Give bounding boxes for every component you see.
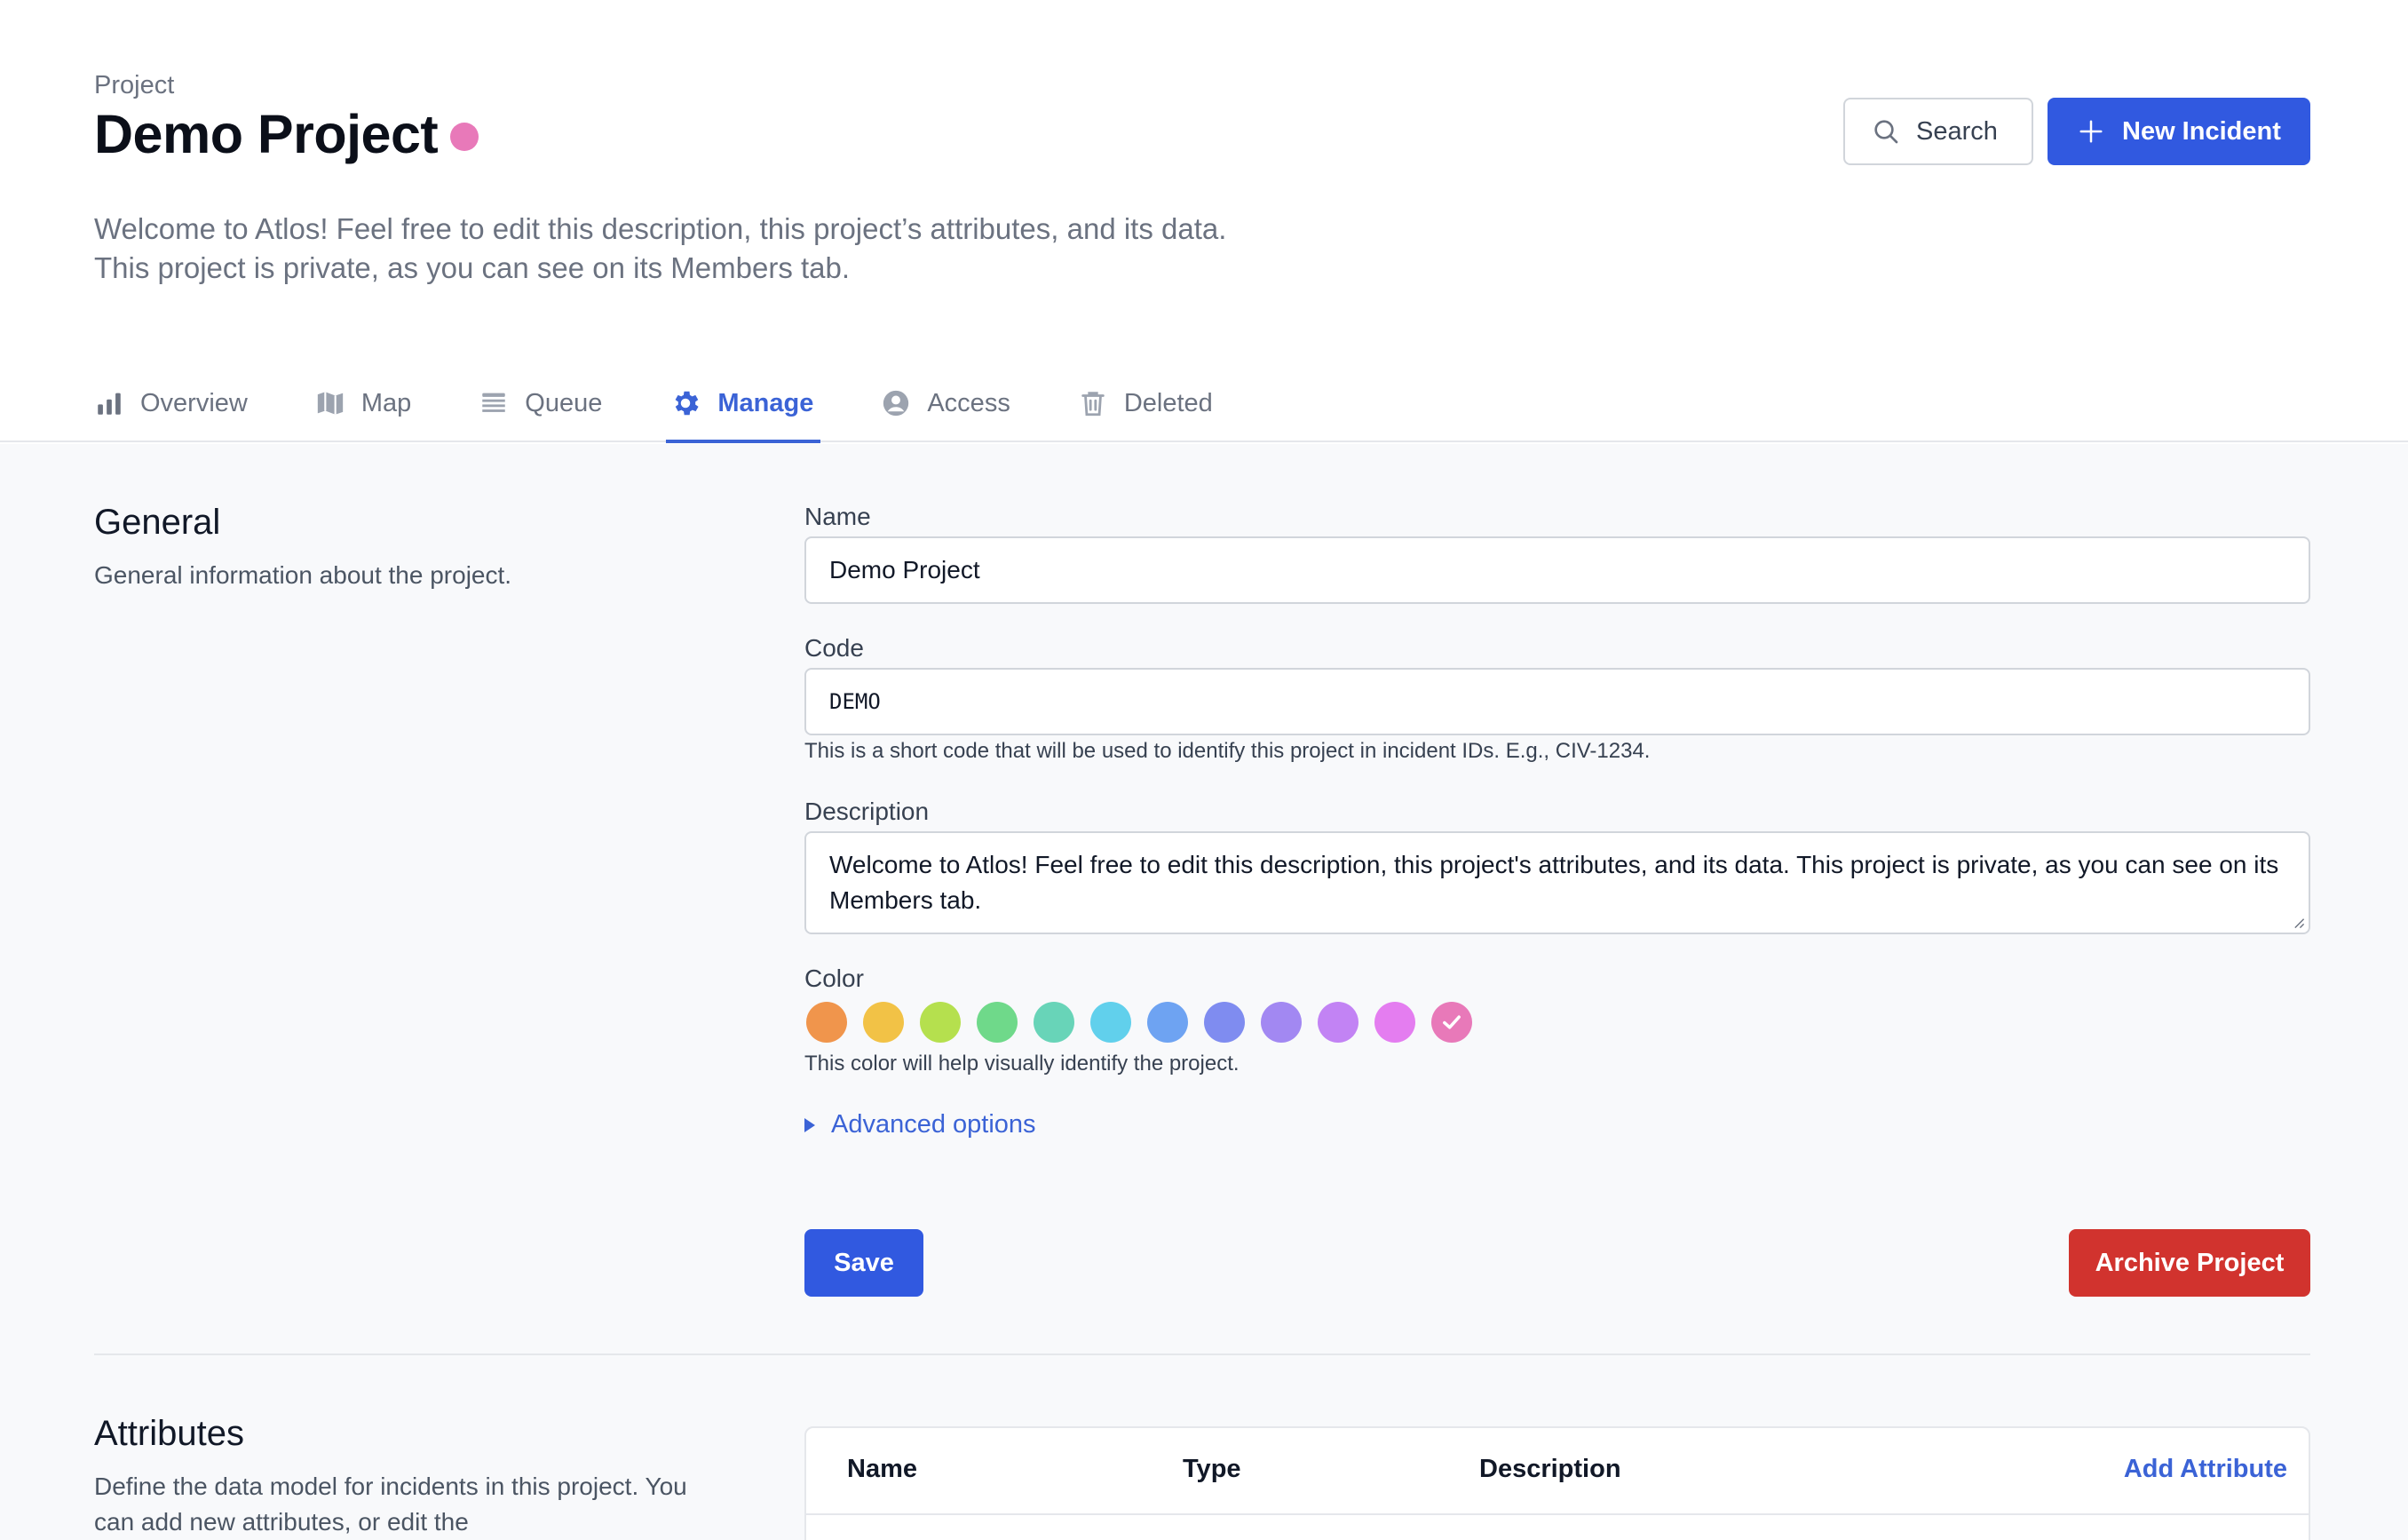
code-label: Code	[804, 634, 864, 662]
code-input-value: DEMO	[829, 689, 881, 714]
general-section-title: General	[94, 503, 221, 542]
page-header: Project Demo Project Welcome to Atlos! F…	[0, 0, 2408, 443]
new-incident-label: New Incident	[2122, 116, 2281, 146]
user-circle-icon	[881, 388, 911, 418]
title-row: Demo Project	[94, 103, 479, 165]
tab-overview[interactable]: Overview	[94, 364, 248, 442]
description-textarea[interactable]: Welcome to Atlos! Feel free to edit this…	[804, 831, 2310, 934]
tab-manage[interactable]: Manage	[666, 364, 821, 443]
page-kicker: Project	[94, 71, 175, 99]
check-icon	[1443, 1015, 1461, 1029]
map-icon	[315, 388, 345, 418]
color-swatch[interactable]	[1090, 1002, 1131, 1043]
project-description: Welcome to Atlos! Feel free to edit this…	[94, 212, 1227, 284]
search-button[interactable]: Search	[1843, 98, 2033, 165]
advanced-options-label: Advanced options	[831, 1110, 1036, 1139]
search-label: Search	[1916, 116, 1998, 146]
project-tabs: Overview Map Queue Manage Access Deleted	[94, 364, 1280, 443]
color-swatch[interactable]	[863, 1002, 904, 1043]
color-swatch[interactable]	[1034, 1002, 1074, 1043]
tab-map[interactable]: Map	[315, 364, 411, 442]
color-swatch[interactable]	[1204, 1002, 1245, 1043]
trash-icon	[1078, 388, 1108, 418]
gear-icon	[669, 387, 701, 419]
color-swatch[interactable]	[1374, 1002, 1415, 1043]
search-icon	[1874, 120, 1898, 144]
tab-queue[interactable]: Queue	[479, 364, 602, 442]
page-title: Demo Project	[94, 104, 439, 164]
tab-label: Manage	[717, 388, 814, 417]
archive-label: Archive Project	[2095, 1248, 2285, 1277]
general-section-description: General information about the project.	[94, 561, 512, 589]
save-label: Save	[834, 1248, 894, 1277]
color-swatch[interactable]	[1431, 1002, 1472, 1043]
project-color-dot	[450, 123, 479, 151]
description-label: Description	[804, 798, 930, 825]
name-input[interactable]: Demo Project	[804, 536, 2310, 604]
tab-access[interactable]: Access	[881, 364, 1010, 442]
column-header-name: Name	[847, 1455, 917, 1483]
new-incident-button[interactable]: New Incident	[2048, 98, 2310, 165]
tab-label: Queue	[525, 388, 603, 417]
name-input-value: Demo Project	[829, 556, 980, 583]
color-swatch[interactable]	[806, 1002, 847, 1043]
tab-deleted[interactable]: Deleted	[1078, 364, 1213, 442]
save-button[interactable]: Save	[804, 1229, 923, 1297]
add-attribute-link[interactable]: Add Attribute	[2124, 1455, 2287, 1484]
attributes-section-description: Define the data model for incidents in t…	[94, 1473, 687, 1536]
tab-label: Deleted	[1123, 388, 1213, 417]
name-label: Name	[804, 503, 871, 530]
manage-content	[0, 444, 2408, 1540]
attributes-table-header: Name Type Description Add Attribute	[806, 1428, 2309, 1515]
color-help-text: This color will help visually identify t…	[804, 1052, 1240, 1076]
caret-right-icon	[804, 1117, 815, 1132]
column-header-description: Description	[1479, 1455, 1621, 1483]
code-input[interactable]: DEMO	[804, 668, 2310, 735]
color-picker	[806, 1002, 1488, 1043]
color-swatch[interactable]	[920, 1002, 961, 1043]
column-header-type: Type	[1183, 1455, 1241, 1483]
bar-chart-icon	[94, 388, 124, 418]
attributes-section-title: Attributes	[94, 1414, 244, 1453]
color-label: Color	[804, 964, 864, 992]
tab-label: Map	[360, 388, 412, 417]
color-swatch[interactable]	[1261, 1002, 1302, 1043]
section-divider	[94, 1353, 2310, 1355]
code-help-text: This is a short code that will be used t…	[804, 739, 1651, 763]
archive-project-button[interactable]: Archive Project	[2069, 1229, 2310, 1297]
plus-icon	[2079, 120, 2103, 143]
tab-label: Overview	[140, 388, 248, 417]
color-swatch[interactable]	[977, 1002, 1018, 1043]
color-swatch[interactable]	[1147, 1002, 1188, 1043]
description-textarea-value: Welcome to Atlos! Feel free to edit this…	[829, 851, 2279, 914]
advanced-options-toggle[interactable]: Advanced options	[804, 1110, 1036, 1139]
tab-label: Access	[927, 388, 1010, 417]
resize-grip-icon[interactable]	[2293, 917, 2305, 929]
queue-icon	[479, 388, 509, 418]
color-swatch[interactable]	[1318, 1002, 1358, 1043]
attributes-table: Name Type Description Add Attribute	[804, 1426, 2310, 1540]
